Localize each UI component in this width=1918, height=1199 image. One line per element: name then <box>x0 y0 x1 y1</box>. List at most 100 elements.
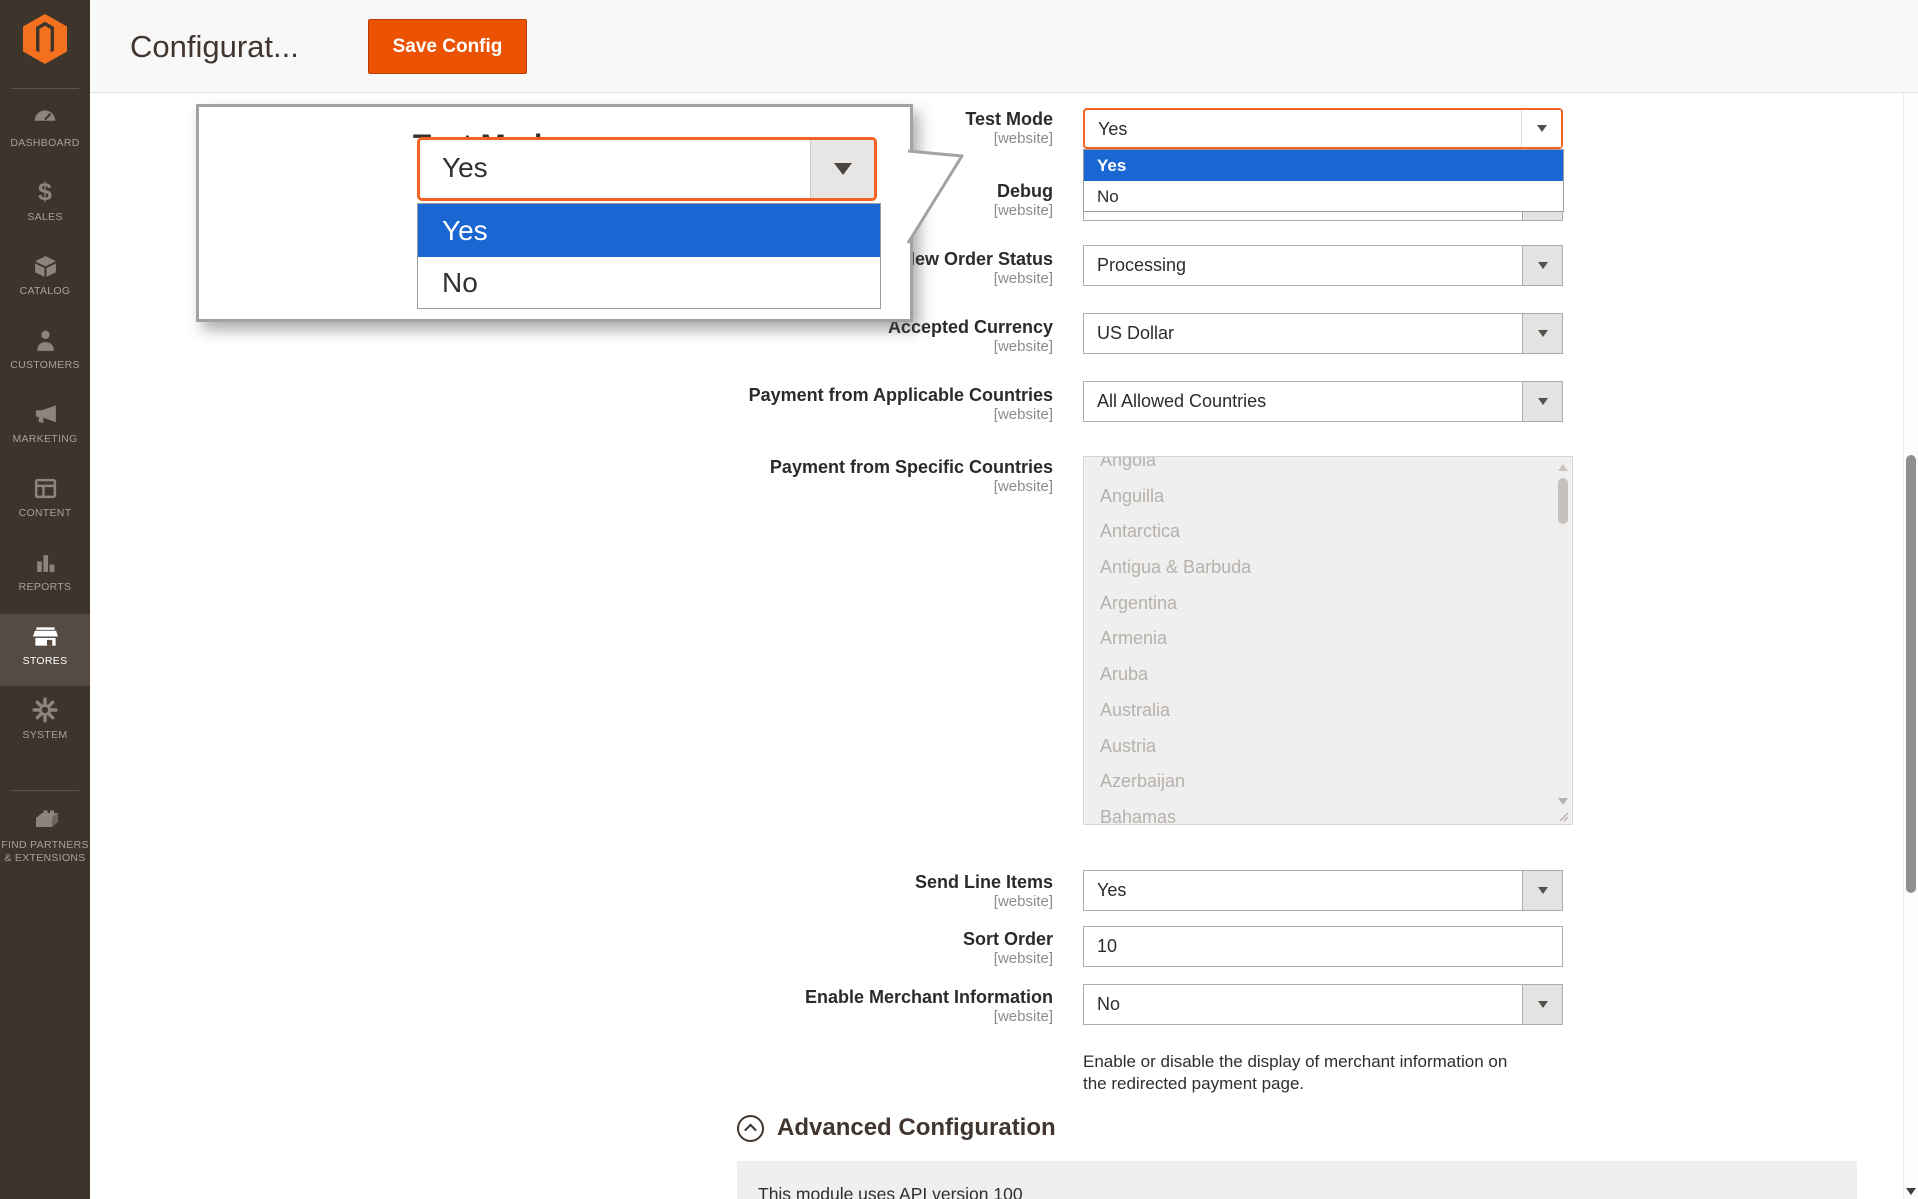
sidebar-item-marketing[interactable]: MARKETING <box>0 392 90 464</box>
country-option[interactable]: Azerbaijan <box>1084 764 1550 800</box>
collapse-chevron-icon[interactable] <box>737 1115 764 1142</box>
sort-order-input[interactable] <box>1083 926 1563 967</box>
sidebar-item-customers[interactable]: CUSTOMERS <box>0 318 90 390</box>
reports-barchart-icon <box>31 548 59 576</box>
sidebar-label: SALES <box>27 211 62 224</box>
admin-sidebar: DASHBOARD $ SALES CATALOG CUSTOMERS MARK… <box>0 0 90 1199</box>
sidebar-item-sales[interactable]: $ SALES <box>0 170 90 242</box>
field-label-send-line-items: Send Line Items [website] <box>583 873 1053 910</box>
advanced-configuration-heading: Advanced Configuration <box>777 1114 1056 1142</box>
callout-pointer <box>906 147 968 247</box>
marketing-megaphone-icon <box>31 400 59 428</box>
content-page-icon <box>31 474 59 502</box>
dropdown-option-no[interactable]: No <box>1084 181 1563 211</box>
catalog-box-icon <box>31 252 59 280</box>
country-option[interactable]: Argentina <box>1084 586 1550 622</box>
sidebar-label: CUSTOMERS <box>10 359 80 372</box>
module-comment-box: This module uses API version 100 <box>737 1161 1857 1199</box>
dropdown-arrow-button[interactable] <box>1522 871 1562 910</box>
dropdown-option-no[interactable]: No <box>418 257 880 308</box>
accepted-currency-select[interactable]: US Dollar <box>1083 313 1563 354</box>
chevron-down-icon <box>1538 1001 1548 1008</box>
dropdown-arrow-button[interactable] <box>1522 382 1562 421</box>
sidebar-label: REPORTS <box>19 581 72 594</box>
page-title: Configurat... <box>130 0 299 93</box>
sidebar-item-catalog[interactable]: CATALOG <box>0 244 90 316</box>
sidebar-item-system[interactable]: SYSTEM <box>0 688 90 760</box>
country-option[interactable]: Aruba <box>1084 657 1550 693</box>
scroll-down-icon[interactable] <box>1558 798 1568 805</box>
country-option[interactable]: Bahamas <box>1084 800 1550 825</box>
chevron-down-icon <box>1538 330 1548 337</box>
sidebar-label: CATALOG <box>20 285 71 298</box>
system-gear-icon <box>31 696 59 724</box>
magnifier-callout: Test Mode [website] Yes Yes No <box>196 104 913 322</box>
dropdown-option-yes[interactable]: Yes <box>1084 150 1563 181</box>
sidebar-label: MARKETING <box>12 433 77 446</box>
specific-countries-multiselect[interactable]: AngolaAnguillaAntarcticaAntigua & Barbud… <box>1083 456 1573 825</box>
sidebar-label: & EXTENSIONS <box>4 852 85 865</box>
test-mode-dropdown-list: Yes No <box>1083 149 1564 212</box>
scroll-up-icon[interactable] <box>1558 464 1568 471</box>
sidebar-item-dashboard[interactable]: DASHBOARD <box>0 96 90 168</box>
multiselect-scroll-thumb[interactable] <box>1558 478 1568 524</box>
sidebar-divider <box>11 790 79 791</box>
sidebar-divider <box>11 88 79 89</box>
applicable-countries-select[interactable]: All Allowed Countries <box>1083 381 1563 422</box>
stores-storefront-icon <box>31 622 59 650</box>
country-option[interactable]: Austria <box>1084 729 1550 765</box>
country-options-list: AngolaAnguillaAntarcticaAntigua & Barbud… <box>1084 456 1550 825</box>
field-label-sort-order: Sort Order [website] <box>583 930 1053 967</box>
sidebar-item-stores[interactable]: STORES <box>0 614 90 686</box>
dropdown-option-yes[interactable]: Yes <box>418 204 880 257</box>
multiselect-scrollbar[interactable] <box>1555 458 1571 823</box>
enable-merchant-info-select[interactable]: No <box>1083 984 1563 1025</box>
scroll-down-icon[interactable] <box>1906 1188 1916 1195</box>
dropdown-arrow-button[interactable] <box>1521 110 1561 147</box>
sidebar-label: DASHBOARD <box>10 137 79 150</box>
field-label-applicable-countries: Payment from Applicable Countries [websi… <box>583 386 1053 423</box>
dashboard-gauge-icon <box>31 104 59 132</box>
advanced-configuration-toggle[interactable]: Advanced Configuration <box>737 1114 1056 1142</box>
callout-test-mode-select[interactable]: Yes <box>417 137 877 201</box>
field-label-enable-merchant-info: Enable Merchant Information [website] <box>583 988 1053 1025</box>
dropdown-arrow-button[interactable] <box>810 140 874 198</box>
callout-dropdown-list: Yes No <box>417 203 881 309</box>
country-option[interactable]: Antarctica <box>1084 514 1550 550</box>
page-scrollbar[interactable] <box>1903 93 1918 1199</box>
chevron-down-icon <box>1537 125 1547 132</box>
sidebar-item-find-partners[interactable]: FIND PARTNERS & EXTENSIONS <box>0 798 90 894</box>
module-version-text: This module uses API version 100 <box>737 1161 1857 1199</box>
chevron-down-icon <box>1538 398 1548 405</box>
merchant-info-helper-text: Enable or disable the display of merchan… <box>1083 1051 1515 1094</box>
field-label-specific-countries: Payment from Specific Countries [website… <box>583 458 1053 495</box>
country-option[interactable]: Antigua & Barbuda <box>1084 550 1550 586</box>
partners-brick-icon <box>31 806 59 834</box>
chevron-down-icon <box>1538 887 1548 894</box>
send-line-items-select[interactable]: Yes <box>1083 870 1563 911</box>
new-order-status-select[interactable]: Processing <box>1083 245 1563 286</box>
sidebar-label: SYSTEM <box>23 729 68 742</box>
page-scroll-thumb[interactable] <box>1906 455 1916 893</box>
sidebar-item-reports[interactable]: REPORTS <box>0 540 90 612</box>
country-option[interactable]: Angola <box>1084 456 1550 479</box>
field-label-accepted-currency: Accepted Currency [website] <box>583 318 1053 355</box>
dropdown-arrow-button[interactable] <box>1522 314 1562 353</box>
customers-person-icon <box>31 326 59 354</box>
resize-grip-icon[interactable] <box>1558 811 1569 822</box>
chevron-down-icon <box>1538 262 1548 269</box>
magento-logo-icon[interactable] <box>20 12 70 66</box>
page-header: Configurat... Save Config <box>90 0 1918 93</box>
dropdown-arrow-button[interactable] <box>1522 985 1562 1024</box>
sidebar-label: STORES <box>23 655 68 668</box>
test-mode-select[interactable]: Yes <box>1083 108 1563 149</box>
sidebar-label: CONTENT <box>19 507 72 520</box>
country-option[interactable]: Australia <box>1084 693 1550 729</box>
chevron-down-icon <box>834 163 852 175</box>
sidebar-label: FIND PARTNERS <box>1 839 89 852</box>
dropdown-arrow-button[interactable] <box>1522 246 1562 285</box>
sidebar-item-content[interactable]: CONTENT <box>0 466 90 538</box>
save-config-button[interactable]: Save Config <box>368 19 527 74</box>
country-option[interactable]: Anguilla <box>1084 479 1550 515</box>
country-option[interactable]: Armenia <box>1084 621 1550 657</box>
